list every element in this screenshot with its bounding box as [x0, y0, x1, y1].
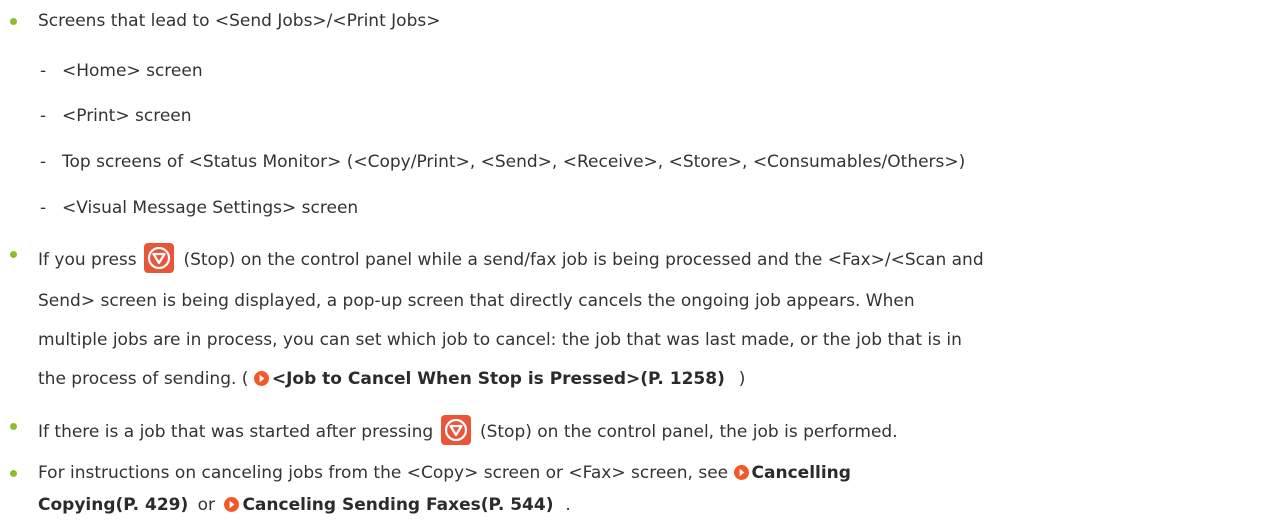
bullet-text: (Stop) on the control panel while a send…: [183, 250, 984, 270]
dash: -: [40, 198, 47, 218]
bullet-dot: [10, 18, 17, 25]
bullet-text: .: [565, 495, 571, 515]
link-text: Canceling Sending Faxes(P. 544): [242, 495, 554, 515]
bullet-dot: [10, 470, 17, 477]
sub-item-text: <Print> screen: [62, 106, 192, 126]
link-arrow-icon: [733, 465, 749, 480]
bullet-text: Screens that lead to <Send Jobs>/<Print …: [38, 11, 441, 31]
link-text: Cancelling: [751, 463, 851, 483]
link-text: <Job to Cancel When Stop is Pressed>(P. …: [271, 369, 725, 389]
bullet-text: If you press: [38, 250, 137, 270]
cancelling-copying-link[interactable]: Cancelling: [733, 463, 851, 483]
bullet-text: ): [738, 369, 746, 389]
link-arrow-icon: [224, 497, 240, 512]
bullet-dot: [10, 251, 17, 258]
dash: -: [40, 106, 47, 126]
bullet-dot: [10, 423, 17, 430]
dash: -: [40, 61, 47, 81]
stop-icon: [440, 415, 471, 445]
cancelling-copying-link-continued[interactable]: Copying(P. 429): [38, 495, 188, 515]
dash: -: [40, 152, 47, 172]
bullet-text: If there is a job that was started after…: [38, 422, 434, 442]
bullet-text: multiple jobs are in process, you can se…: [38, 330, 962, 350]
bullet-text: (Stop) on the control panel, the job is …: [479, 422, 898, 442]
sub-item-text: Top screens of <Status Monitor> (<Copy/P…: [62, 152, 966, 172]
sub-item-text: <Home> screen: [62, 61, 203, 81]
bullet-text: For instructions on canceling jobs from …: [38, 463, 729, 483]
canceling-sending-faxes-link[interactable]: Canceling Sending Faxes(P. 544): [224, 495, 559, 515]
bullet-text: the process of sending. (: [38, 369, 249, 389]
bullet-text: Send> screen is being displayed, a pop-u…: [38, 291, 915, 311]
sub-item-text: <Visual Message Settings> screen: [62, 198, 359, 218]
job-to-cancel-link[interactable]: <Job to Cancel When Stop is Pressed>(P. …: [253, 369, 731, 389]
bullet-text: or: [197, 495, 216, 515]
link-arrow-icon: [253, 371, 269, 386]
stop-icon: [144, 243, 175, 273]
